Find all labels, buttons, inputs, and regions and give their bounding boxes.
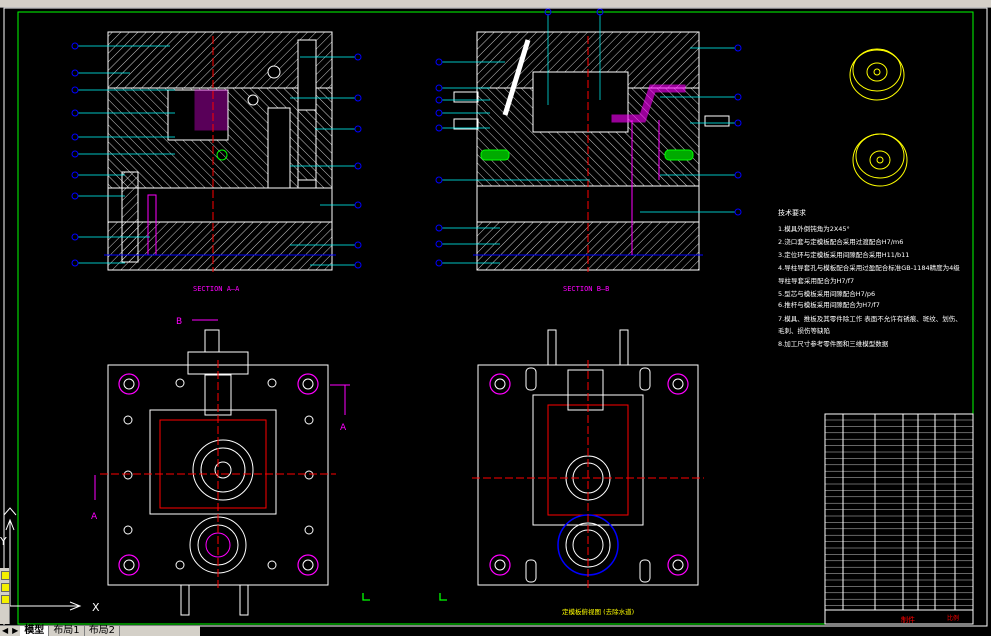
tech-note: 6.推杆与模板采用间隙配合为H7/f7 — [778, 300, 880, 309]
section-marker-b: B — [176, 317, 182, 327]
tech-note: 3.定位环与定模板采用间隙配合采用H11/b11 — [778, 250, 909, 259]
part-3d-view-top[interactable] — [849, 48, 905, 101]
ucs-x-label: X — [92, 601, 100, 614]
view-caption: 定模板俯视图 (去除水道) — [562, 607, 634, 616]
ucs-icon — [3, 507, 82, 611]
section-aa-label: SECTION A—A — [193, 285, 240, 293]
title-block-part-label: 制件 — [901, 615, 915, 624]
tech-note: 5.型芯与模板采用间隙配合H7/p6 — [778, 289, 875, 298]
section-marker-a-left: A — [91, 512, 98, 522]
ucs-y-label: Y — [0, 535, 7, 548]
section-marker-a-right: A — [340, 423, 347, 433]
tech-note: 8.加工尺寸参考零件图和三维模型数据 — [778, 339, 889, 348]
left-tool-strip — [0, 568, 10, 624]
fixed-half-plan-view[interactable]: 定模板俯视图 (去除水道) — [472, 329, 704, 616]
technical-requirements: 技术要求 1.模具外倒钝角为2X45° 2.浇口套与定模板配合采用过渡配合H7/… — [778, 208, 962, 348]
tool-icon[interactable] — [1, 595, 10, 604]
tech-requirements-title: 技术要求 — [778, 208, 806, 217]
section-bb-label: SECTION B—B — [563, 285, 609, 293]
title-block-parts-list[interactable]: 制件 比例 — [824, 413, 974, 625]
part-3d-view-bottom[interactable] — [852, 133, 908, 187]
corner-marks — [362, 593, 447, 601]
title-block-scale-label: 比例 — [947, 614, 959, 622]
section-bb-view[interactable]: SECTION B—B — [435, 8, 742, 293]
moving-half-plan-view[interactable]: B A A — [91, 317, 350, 616]
tech-note: 1.模具外倒钝角为2X45° — [778, 224, 850, 233]
tech-note: 7.模具、推板及其零件除工作 表面不允许有锈痕、斑纹、划伤、 — [778, 314, 962, 323]
tool-icon[interactable] — [1, 571, 10, 580]
tech-note: 2.浇口套与定模板配合采用过渡配合H7/m6 — [778, 237, 903, 246]
section-aa-view[interactable]: SECTION A—A — [71, 31, 362, 293]
layout-tab-bar: ◀ ▶ 模型 布局1 布局2 — [0, 625, 200, 636]
cad-drawing-canvas[interactable]: SECTION A—A SECTION B—B 技术要求 1.模具外倒钝角为2X… — [0, 0, 991, 635]
tech-note: 导柱导套采用配合为H7/f7 — [778, 276, 854, 285]
tool-icon[interactable] — [1, 583, 10, 592]
tech-note: 4.导柱导套孔与模板配合采用过盈配合标准GB-1184精度为4级 — [778, 263, 960, 272]
tech-note: 毛刺、损伤等缺陷 — [778, 326, 830, 335]
